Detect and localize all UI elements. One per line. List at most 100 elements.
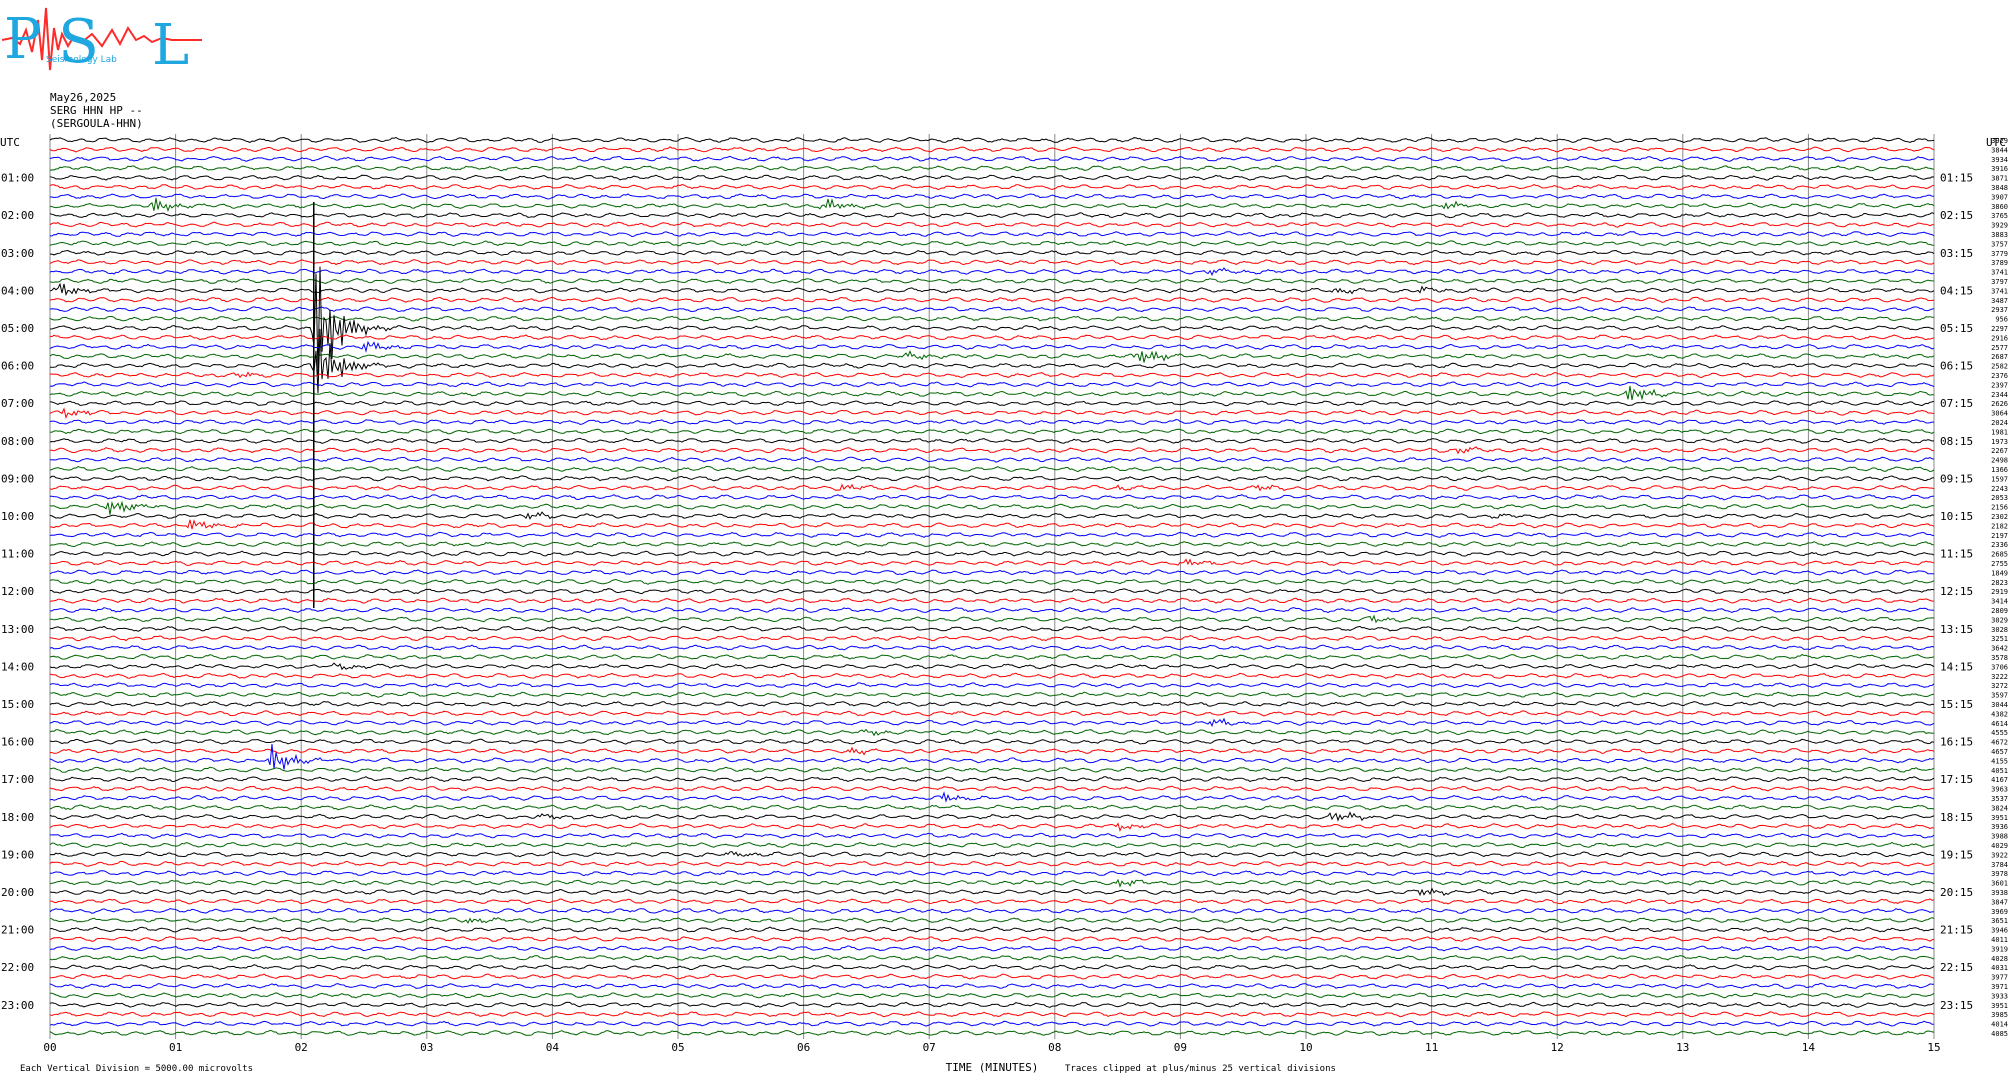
- trace-line: [49, 371, 1935, 379]
- trace-line: [49, 870, 1935, 877]
- x-tick-label: 15: [1927, 1041, 1940, 1054]
- rms-value: 3933: [1991, 992, 2008, 1000]
- rms-value: 3741: [1991, 269, 2008, 277]
- rms-value: 3414: [1991, 598, 2008, 606]
- trace-line: [49, 212, 1935, 219]
- trace-line: [49, 381, 1935, 388]
- trace-line: [49, 672, 1935, 679]
- trace-line: [49, 475, 1934, 482]
- trace-line: [49, 738, 1935, 745]
- trace-line: [49, 155, 1935, 162]
- rms-value: 3951: [1991, 1002, 2008, 1010]
- trace-line: [49, 811, 1935, 822]
- trace-line: [49, 428, 1935, 435]
- rms-value: 3946: [1991, 927, 2008, 935]
- trace-line: [49, 511, 1935, 520]
- rms-value: 3929: [1991, 222, 2008, 230]
- rms-value: 2687: [1991, 353, 2008, 361]
- rms-value: 2053: [1991, 494, 2008, 502]
- left-hour-label: 19:00: [1, 848, 34, 861]
- trace-line: [49, 964, 1935, 971]
- left-utc-label: UTC: [0, 136, 20, 149]
- x-axis-label: TIME (MINUTES): [946, 1061, 1039, 1074]
- left-hour-label: 13:00: [1, 623, 34, 636]
- rms-value: 2024: [1991, 419, 2008, 427]
- trace-line: [49, 259, 1935, 266]
- rms-value: 2302: [1991, 513, 2008, 521]
- footer-scale-note: Each Vertical Division = 5000.00 microvo…: [20, 1064, 253, 1074]
- rms-value: 1366: [1991, 466, 2008, 474]
- trace-line: [49, 385, 1935, 401]
- rms-value: 3963: [1991, 786, 2008, 794]
- right-hour-label: 15:15: [1940, 698, 1973, 711]
- rms-value: 2156: [1991, 504, 2008, 512]
- trace-line: [49, 682, 1935, 689]
- left-hour-label: 09:00: [1, 472, 34, 485]
- left-hour-label: 08:00: [1, 435, 34, 448]
- trace-line: [49, 136, 1935, 144]
- trace-line: [49, 446, 1935, 455]
- trace-line: [49, 437, 1935, 444]
- trace-line: [49, 267, 1935, 276]
- right-hour-label: 20:15: [1940, 886, 1973, 899]
- trace-line: [50, 193, 1935, 200]
- trace-line: [49, 588, 1935, 595]
- x-tick-label: 05: [671, 1041, 684, 1054]
- left-hour-label: 06:00: [1, 360, 34, 373]
- trace-line: [49, 746, 1935, 756]
- rms-value: 3871: [1991, 175, 2008, 183]
- rms-value: 956: [1995, 316, 2008, 324]
- rms-value: 2823: [1991, 579, 2008, 587]
- trace-line: [49, 240, 1935, 247]
- right-hour-label: 19:15: [1940, 848, 1973, 861]
- left-hour-label: 20:00: [1, 886, 34, 899]
- trace-line: [49, 973, 1935, 980]
- x-tick-label: 09: [1174, 1041, 1187, 1054]
- trace-line: [49, 766, 1935, 773]
- right-hour-label: 06:15: [1940, 360, 1973, 373]
- trace-line: [49, 785, 1935, 792]
- rms-value: 3272: [1991, 682, 2008, 690]
- left-hour-label: 02:00: [1, 209, 34, 222]
- trace-line: [49, 483, 1935, 492]
- rms-value: 3578: [1991, 654, 2008, 662]
- rms-value: 3487: [1991, 297, 2008, 305]
- right-hour-label: 18:15: [1940, 811, 1973, 824]
- rms-value: 2182: [1991, 522, 2008, 530]
- trace-line: [49, 165, 1935, 172]
- trace-line: [49, 860, 1935, 867]
- trace-line: [49, 494, 1935, 501]
- trace-line: [49, 550, 1935, 557]
- rms-value: 3916: [1991, 165, 2008, 173]
- rms-value: 2919: [1991, 588, 2008, 596]
- rms-value: 3922: [1991, 851, 2008, 859]
- trace-line: [49, 945, 1935, 952]
- trace-line: [50, 607, 1935, 614]
- trace-line: [49, 644, 1935, 651]
- right-hour-label: 21:15: [1940, 924, 1973, 937]
- trace-line: [49, 197, 1935, 212]
- trace-line: [49, 146, 1935, 153]
- trace-line: [49, 887, 1935, 897]
- rms-value: 3797: [1991, 278, 2008, 286]
- right-hour-label: 23:15: [1940, 999, 1973, 1012]
- right-hour-label: 17:15: [1940, 773, 1973, 786]
- left-hour-label: 03:00: [1, 247, 34, 260]
- rms-value: 4672: [1991, 739, 2008, 747]
- trace-line: [49, 851, 1934, 858]
- rms-value: 3977: [1991, 974, 2008, 982]
- trace-line: [49, 936, 1935, 943]
- rms-value: 4555: [1991, 729, 2008, 737]
- rms-value: 3978: [1991, 870, 2008, 878]
- right-hour-label: 01:15: [1940, 172, 1973, 185]
- rms-value: 2916: [1991, 334, 2008, 342]
- x-tick-label: 01: [169, 1041, 182, 1054]
- trace-line: [49, 519, 1935, 530]
- trace-line: [49, 1020, 1935, 1027]
- footer-clip-note: Traces clipped at plus/minus 25 vertical…: [1065, 1064, 1336, 1074]
- rms-value: 3706: [1991, 663, 2008, 671]
- trace-line: [49, 917, 1935, 924]
- x-tick-label: 00: [43, 1041, 56, 1054]
- trace-line: [49, 776, 1935, 783]
- rms-value: 3779: [1991, 250, 2008, 258]
